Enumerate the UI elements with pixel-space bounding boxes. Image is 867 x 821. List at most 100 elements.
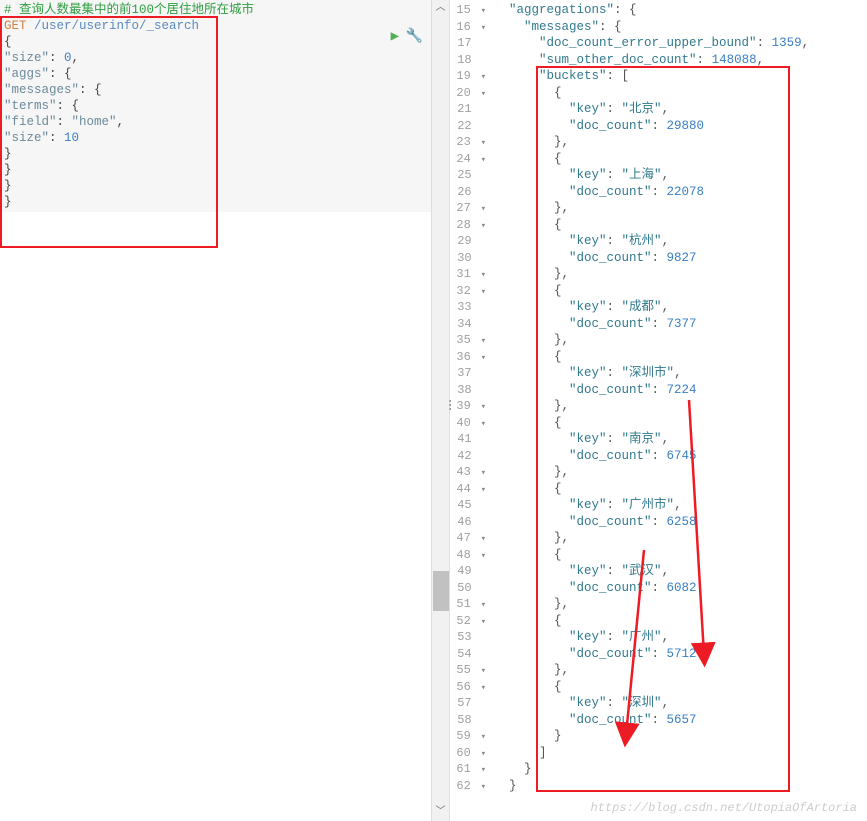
code-line: "key": "成都", — [494, 299, 867, 316]
code-line: { — [494, 283, 867, 300]
code-line: "doc_count": 6258 — [494, 514, 867, 531]
editor-container: # 查询人数最集中的前100个居住地所在城市 GET /user/userinf… — [0, 0, 867, 821]
gutter-line: 28 ▾ — [450, 217, 486, 234]
code-line: "doc_count": 6082 — [494, 580, 867, 597]
gutter-line: 59 ▾ — [450, 728, 486, 745]
gutter-line: 44 ▾ — [450, 481, 486, 498]
left-pane: # 查询人数最集中的前100个居住地所在城市 GET /user/userinf… — [0, 0, 450, 821]
code-line: }, — [494, 332, 867, 349]
code-line: }, — [494, 662, 867, 679]
gutter-line: 47 ▾ — [450, 530, 486, 547]
request-line: GET /user/userinfo/_search — [0, 18, 449, 34]
gutter-line: 57 — [450, 695, 486, 712]
code-line: "key": "广州市", — [494, 497, 867, 514]
response-viewer[interactable]: "aggregations": { "messages": { "doc_cou… — [494, 0, 867, 821]
code-line: "sum_other_doc_count": 148088, — [494, 52, 867, 69]
code-line: "key": "上海", — [494, 167, 867, 184]
gutter-line: 18 — [450, 52, 486, 69]
comment-line: # 查询人数最集中的前100个居住地所在城市 — [0, 2, 449, 18]
http-path: /user/userinfo/_search — [34, 19, 199, 33]
gutter-line: 22 — [450, 118, 486, 135]
code-line: "key": "北京", — [494, 101, 867, 118]
code-line: "key": "深圳", — [494, 695, 867, 712]
code-line: "doc_count": 6745 — [494, 448, 867, 465]
request-editor[interactable]: # 查询人数最集中的前100个居住地所在城市 GET /user/userinf… — [0, 0, 449, 212]
code-line: "size": 0, — [0, 50, 449, 66]
code-line: } — [0, 146, 449, 162]
gutter-line: 19 ▾ — [450, 68, 486, 85]
code-line: "doc_count": 29880 — [494, 118, 867, 135]
code-line: "buckets": [ — [494, 68, 867, 85]
gutter-line: 60 ▾ — [450, 745, 486, 762]
code-line: { — [494, 349, 867, 366]
scroll-down-icon[interactable]: ﹀ — [432, 804, 449, 821]
gutter-line: 24 ▾ — [450, 151, 486, 168]
code-line: } — [494, 778, 867, 795]
code-line: "messages": { — [494, 19, 867, 36]
code-line: "key": "南京", — [494, 431, 867, 448]
code-line: "key": "广州", — [494, 629, 867, 646]
gutter-line: 55 ▾ — [450, 662, 486, 679]
code-line: { — [494, 481, 867, 498]
code-line: { — [494, 415, 867, 432]
code-line: { — [494, 613, 867, 630]
request-body[interactable]: { "size": 0, "aggs": { "messages": { "te… — [0, 34, 449, 210]
scroll-up-icon[interactable]: ︿ — [432, 0, 449, 17]
gutter-line: 43 ▾ — [450, 464, 486, 481]
scroll-thumb[interactable] — [433, 571, 449, 611]
gutter-line: 51 ▾ — [450, 596, 486, 613]
gutter-line: 52 ▾ — [450, 613, 486, 630]
code-line: "messages": { — [0, 82, 449, 98]
gutter-line: 53 — [450, 629, 486, 646]
gutter-line: 48 ▾ — [450, 547, 486, 564]
http-method: GET — [4, 19, 27, 33]
gutter-line: 32 ▾ — [450, 283, 486, 300]
right-pane: ··· 15 ▾16 ▾17 18 19 ▾20 ▾21 22 23 ▾24 ▾… — [450, 0, 867, 821]
gutter-line: 23 ▾ — [450, 134, 486, 151]
run-icon[interactable]: ▶ — [391, 28, 399, 45]
code-line: "doc_count": 9827 — [494, 250, 867, 267]
code-line: } — [0, 178, 449, 194]
code-line: ] — [494, 745, 867, 762]
gutter-line: 39 ▾ — [450, 398, 486, 415]
code-line: }, — [494, 200, 867, 217]
code-line: "doc_count": 5712 — [494, 646, 867, 663]
gutter-line: 45 — [450, 497, 486, 514]
gutter-line: 35 ▾ — [450, 332, 486, 349]
gutter-line: 37 — [450, 365, 486, 382]
gutter-line: 31 ▾ — [450, 266, 486, 283]
gutter-line: 42 — [450, 448, 486, 465]
code-line: "size": 10 — [0, 130, 449, 146]
code-line: { — [494, 85, 867, 102]
gutter-line: 34 — [450, 316, 486, 333]
gutter-line: 46 — [450, 514, 486, 531]
code-line: } — [494, 761, 867, 778]
code-line: "key": "武汉", — [494, 563, 867, 580]
gutter-line: 30 — [450, 250, 486, 267]
wrench-icon[interactable]: 🔧 — [406, 28, 423, 45]
gutter-line: 54 — [450, 646, 486, 663]
gutter-line: 27 ▾ — [450, 200, 486, 217]
code-line: }, — [494, 464, 867, 481]
gutter-line: 25 — [450, 167, 486, 184]
code-line: }, — [494, 398, 867, 415]
gutter-line: 21 — [450, 101, 486, 118]
code-line: { — [494, 547, 867, 564]
resize-handle[interactable]: ··· — [446, 400, 454, 412]
code-line: "key": "深圳市", — [494, 365, 867, 382]
line-gutter: 15 ▾16 ▾17 18 19 ▾20 ▾21 22 23 ▾24 ▾25 2… — [450, 0, 494, 821]
code-line: "aggs": { — [0, 66, 449, 82]
watermark: https://blog.csdn.net/UtopiaOfArtoria — [591, 801, 857, 815]
gutter-line: 20 ▾ — [450, 85, 486, 102]
code-line: "doc_count": 7224 — [494, 382, 867, 399]
code-line: "aggregations": { — [494, 2, 867, 19]
gutter-line: 17 — [450, 35, 486, 52]
gutter-line: 61 ▾ — [450, 761, 486, 778]
code-line: } — [0, 194, 449, 210]
gutter-line: 36 ▾ — [450, 349, 486, 366]
gutter-line: 16 ▾ — [450, 19, 486, 36]
code-line: } — [0, 162, 449, 178]
code-line: }, — [494, 134, 867, 151]
gutter-line: 62 ▾ — [450, 778, 486, 795]
code-line: { — [0, 34, 449, 50]
